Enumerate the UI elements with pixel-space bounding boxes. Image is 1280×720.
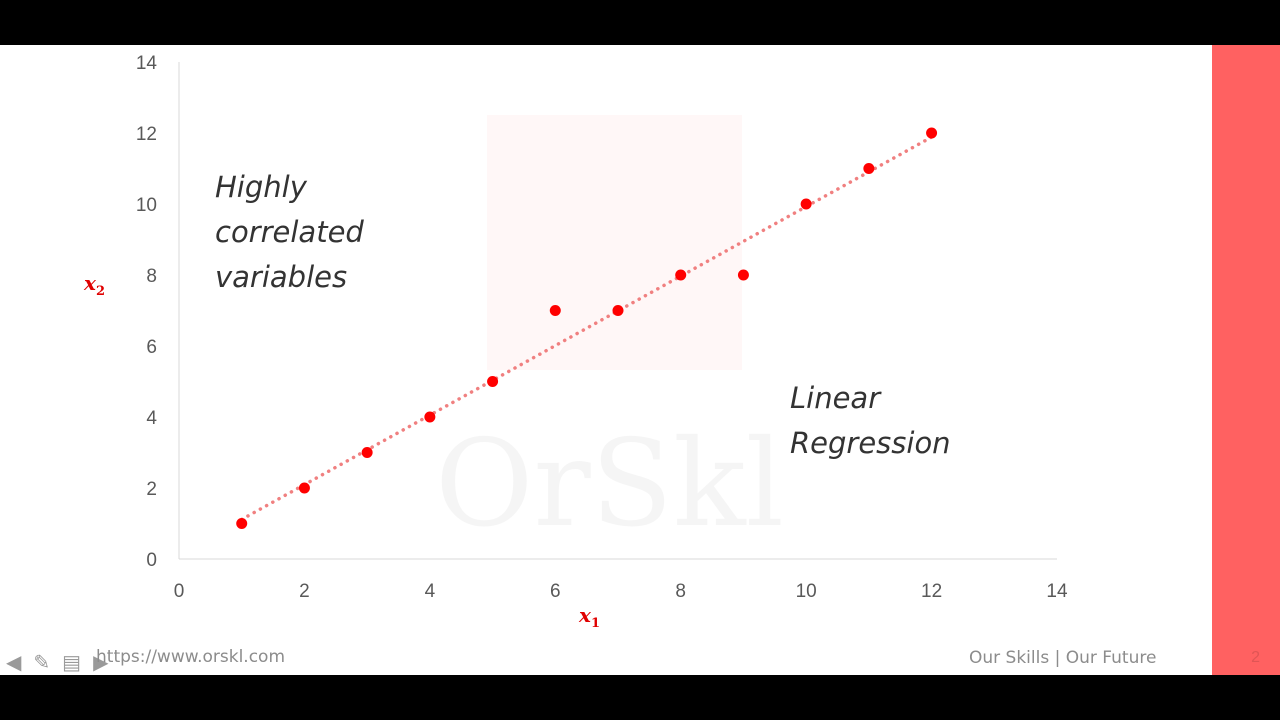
x-tick-label: 2	[299, 581, 310, 602]
y-tick-label: 10	[136, 195, 157, 216]
data-point	[737, 269, 749, 281]
y-tick-label: 0	[146, 550, 157, 571]
data-point	[487, 376, 499, 387]
data-point	[800, 198, 812, 210]
data-point	[298, 482, 310, 494]
data-point	[612, 305, 624, 316]
y-axis-var: x	[84, 271, 96, 295]
annotation-line: correlated	[215, 215, 364, 249]
x-tick-label: 8	[675, 581, 686, 602]
y-tick-label: 12	[136, 124, 157, 145]
x-tick-label: 12	[921, 581, 942, 602]
data-point	[863, 163, 875, 174]
annotation-regression: Linear Regression	[790, 376, 951, 466]
annotation-line: Regression	[790, 426, 951, 460]
footer-url[interactable]: https://www.orskl.com	[96, 647, 285, 667]
data-point	[549, 305, 561, 316]
y-tick-label: 4	[146, 408, 157, 429]
annotation-line: Highly	[215, 170, 307, 204]
y-axis-sub: 2	[95, 284, 105, 299]
back-icon[interactable]: ◀	[6, 652, 33, 674]
x-tick-label: 10	[796, 581, 817, 602]
data-point	[424, 411, 436, 423]
data-point	[675, 269, 687, 281]
y-axis-label: x2	[84, 271, 105, 299]
annotation-correlated: Highly correlated variables	[215, 165, 364, 300]
annotation-line: variables	[215, 260, 348, 294]
x-axis-label: x1	[579, 603, 600, 631]
y-tick-label: 6	[146, 337, 157, 358]
x-axis-sub: 1	[590, 616, 600, 631]
data-point	[361, 447, 373, 458]
x-tick-label: 4	[425, 581, 436, 602]
data-point	[236, 518, 248, 529]
menu-icon[interactable]: ▤	[62, 652, 93, 674]
y-tick-label: 14	[136, 53, 158, 74]
x-tick-label: 0	[174, 581, 185, 602]
y-tick-label: 2	[146, 479, 157, 500]
annotation-line: Linear	[790, 381, 881, 415]
x-tick-label: 14	[1046, 581, 1068, 602]
pen-icon[interactable]: ✎	[33, 652, 62, 674]
x-tick-label: 6	[550, 581, 561, 602]
data-point	[926, 127, 938, 139]
scatter-chart: 0 2 4 6 8 10 12 14 0 2 4 6 8 10 12 14	[136, 53, 1068, 602]
y-tick-label: 8	[146, 266, 157, 287]
slide: OrSkl 2 0246810121402468101214 x2 x1 Hig…	[0, 45, 1280, 675]
x-axis-var: x	[579, 603, 591, 627]
footer-tagline: Our Skills | Our Future	[969, 648, 1157, 668]
